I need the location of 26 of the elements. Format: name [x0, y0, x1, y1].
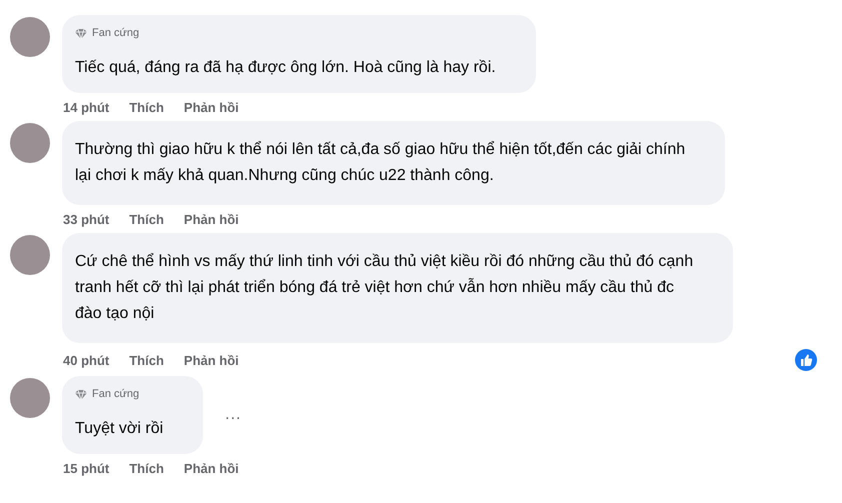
avatar[interactable]: [10, 378, 50, 418]
avatar[interactable]: [10, 17, 50, 57]
diamond-icon: [75, 388, 87, 400]
avatar[interactable]: [10, 235, 50, 275]
comment-time[interactable]: 40 phút: [63, 352, 110, 368]
reply-link[interactable]: Phản hồi: [184, 100, 239, 115]
comment-text: Tuyệt vời rồi: [75, 419, 164, 439]
reply-link[interactable]: Phản hồi: [184, 212, 239, 227]
comment-time[interactable]: 15 phút: [63, 461, 110, 476]
like-link[interactable]: Thích: [129, 461, 164, 476]
comment-time[interactable]: 14 phút: [63, 100, 110, 115]
comment-text: Thường thì giao hữu k thể nói lên tất cả,đa số giao hữu thể hiện tốt,đến các giải chính lại chơi k mấy khả quan.Nhưng cũng chúc u22 thành công.: [75, 140, 686, 186]
more-options-button[interactable]: ...: [225, 406, 242, 424]
like-link[interactable]: Thích: [129, 100, 164, 115]
reply-link[interactable]: Phản hồi: [184, 352, 239, 368]
reply-link[interactable]: Phản hồi: [184, 461, 239, 476]
comment-text: Cứ chê thể hình vs mấy thứ linh tinh với cầu thủ việt kiều rồi đó những cầu thủ đó cạnh tranh hết cỡ thì lại phát triển bóng đá trẻ việt hơn chứ vẫn hơn nhiều mấy cầu thủ đc đào tạo nội: [75, 252, 694, 324]
like-link[interactable]: Thích: [129, 212, 164, 227]
comment-text: Tiếc quá, đáng ra đã hạ được ông lớn. Hoà cũng là hay rồi.: [75, 58, 496, 78]
badge-label: Fan cứng: [92, 388, 140, 400]
thumbs-up-icon: [795, 349, 817, 371]
like-link[interactable]: Thích: [129, 352, 164, 368]
avatar[interactable]: [10, 123, 50, 163]
comment-time[interactable]: 33 phút: [63, 212, 110, 227]
badge-label: Fan cứng: [92, 27, 140, 39]
diamond-icon: [75, 28, 87, 38]
